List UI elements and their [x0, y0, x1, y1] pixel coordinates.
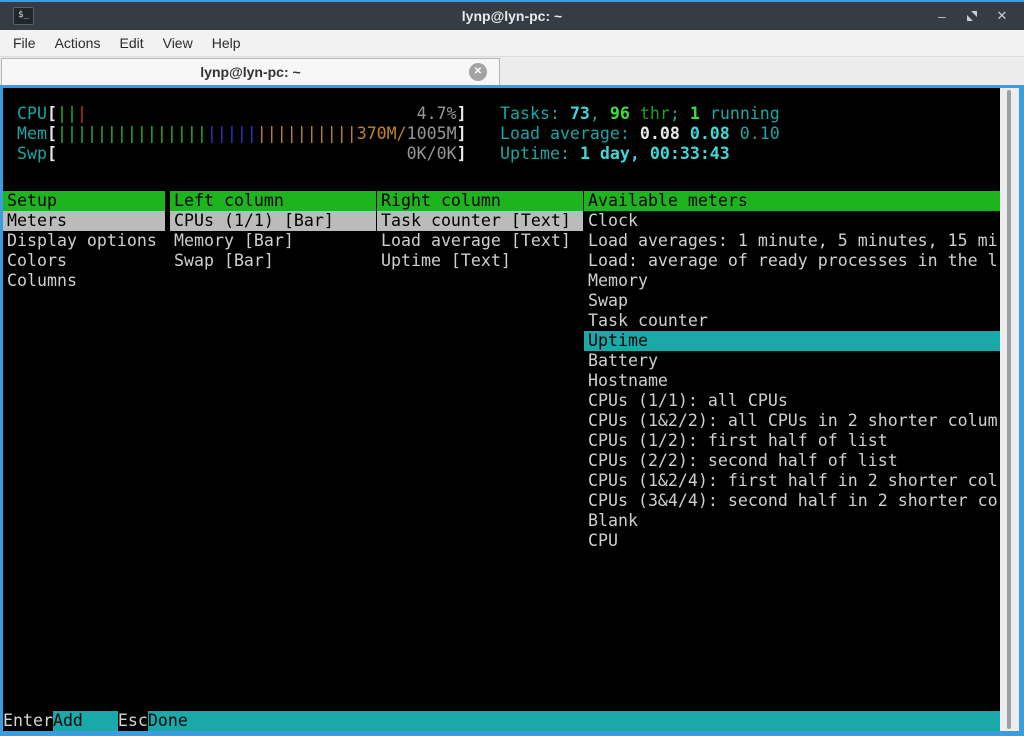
list-item-meters[interactable]: Meters — [3, 211, 165, 231]
list-item-uptime-text[interactable]: Uptime [Text] — [377, 251, 583, 271]
scrollbar-thumb[interactable] — [1007, 90, 1011, 729]
list-item-task-counter[interactable]: Task counter — [584, 311, 1000, 331]
menu-item-actions[interactable]: Actions — [55, 35, 101, 51]
list-item-swap-bar[interactable]: Swap [Bar] — [170, 251, 376, 271]
panel-header-setup: Setup — [3, 191, 165, 211]
faction-add[interactable]: Add — [53, 711, 118, 731]
restore-button[interactable] — [964, 10, 980, 22]
panel-header-right-column: Right column — [377, 191, 583, 211]
window-title: lynp@lyn-pc: ~ — [0, 8, 1024, 24]
fkey-enter[interactable]: Enter — [3, 711, 53, 731]
list-item-cpus-1-2-first-half-of-list[interactable]: CPUs (1/2): first half of list — [584, 431, 1000, 451]
list-item-cpus-1-2-2-all-cpus-in-2-shorter-colum[interactable]: CPUs (1&2/2): all CPUs in 2 shorter colu… — [584, 411, 1000, 431]
panel-available-meters: Available metersClockLoad averages: 1 mi… — [584, 191, 1000, 551]
list-item-cpus-1-2-4-first-half-in-2-shorter-col[interactable]: CPUs (1&2/4): first half in 2 shorter co… — [584, 471, 1000, 491]
panel-setup: SetupMetersDisplay optionsColorsColumns — [3, 191, 165, 291]
list-item-cpus-1-1-bar[interactable]: CPUs (1/1) [Bar] — [170, 211, 376, 231]
list-item-load-averages-1-minute-5-minutes-15-mi[interactable]: Load averages: 1 minute, 5 minutes, 15 m… — [584, 231, 1000, 251]
cpu-meter-bars: ||| — [57, 104, 87, 124]
list-item-load-average-of-ready-processes-in-the-l[interactable]: Load: average of ready processes in the … — [584, 251, 1000, 271]
htop-screen: CPU[|||4.7%]Mem[||||||||||||||||||||||||… — [3, 88, 1000, 731]
list-item-colors[interactable]: Colors — [3, 251, 165, 271]
list-item-battery[interactable]: Battery — [584, 351, 1000, 371]
meters-column-left: CPU[|||4.7%]Mem[||||||||||||||||||||||||… — [17, 104, 467, 164]
load-average-info: Load average: 0.08 0.08 0.10 — [500, 124, 780, 144]
menu-bar: File Actions Edit View Help — [0, 30, 1024, 57]
menu-item-edit[interactable]: Edit — [119, 35, 143, 51]
cpu-meter-value: 4.7% — [417, 104, 457, 124]
mem-meter-value: 370M/1005M — [357, 124, 457, 144]
tasks-info: Tasks: 73, 96 thr; 1 running — [500, 104, 780, 124]
minimize-button[interactable]: – — [934, 9, 950, 24]
panel-header-available-meters: Available meters — [584, 191, 1000, 211]
list-item-cpus-2-2-second-half-of-list[interactable]: CPUs (2/2): second half of list — [584, 451, 1000, 471]
list-item-hostname[interactable]: Hostname — [584, 371, 1000, 391]
tab-bar: lynp@lyn-pc: ~ ✕ — [0, 57, 1024, 85]
list-item-memory[interactable]: Memory — [584, 271, 1000, 291]
list-item-cpus-3-4-4-second-half-in-2-shorter-co[interactable]: CPUs (3&4/4): second half in 2 shorter c… — [584, 491, 1000, 511]
uptime-info: Uptime: 1 day, 00:33:43 — [500, 144, 780, 164]
restore-icon — [966, 10, 978, 22]
cpu-meter: CPU[|||4.7%] — [17, 104, 467, 124]
fkey-esc[interactable]: Esc — [118, 711, 148, 731]
list-item-columns[interactable]: Columns — [3, 271, 165, 291]
list-item-cpus-1-1-all-cpus[interactable]: CPUs (1/1): all CPUs — [584, 391, 1000, 411]
list-item-memory-bar[interactable]: Memory [Bar] — [170, 231, 376, 251]
menu-item-file[interactable]: File — [13, 35, 36, 51]
list-item-swap[interactable]: Swap — [584, 291, 1000, 311]
window-titlebar[interactable]: $_ lynp@lyn-pc: ~ – ✕ — [0, 0, 1024, 30]
panel-left-column: Left columnCPUs (1/1) [Bar]Memory [Bar]S… — [170, 191, 376, 271]
list-item-display-options[interactable]: Display options — [3, 231, 165, 251]
close-button[interactable]: ✕ — [994, 8, 1010, 24]
terminal-tab[interactable]: lynp@lyn-pc: ~ ✕ — [1, 58, 500, 85]
mem-meter: Mem[||||||||||||||||||||||||||||||370M/1… — [17, 124, 467, 144]
panel-header-left-column: Left column — [170, 191, 376, 211]
list-item-clock[interactable]: Clock — [584, 211, 1000, 231]
swp-meter: Swp[0K/0K] — [17, 144, 467, 164]
mem-meter-bars: |||||||||||||||||||||||||||||| — [57, 124, 357, 144]
window-controls: – ✕ — [934, 8, 1024, 24]
list-item-blank[interactable]: Blank — [584, 511, 1000, 531]
tab-close-button[interactable]: ✕ — [469, 63, 487, 81]
tab-title: lynp@lyn-pc: ~ — [200, 64, 300, 80]
menu-item-view[interactable]: View — [163, 35, 193, 51]
list-item-load-average-text[interactable]: Load average [Text] — [377, 231, 583, 251]
list-item-cpu[interactable]: CPU — [584, 531, 1000, 551]
menu-item-help[interactable]: Help — [212, 35, 241, 51]
panel-right-column: Right columnTask counter [Text]Load aver… — [377, 191, 583, 271]
terminal-window: $_ lynp@lyn-pc: ~ – ✕ File Actions Edit Vie… — [0, 0, 1024, 736]
list-item-task-counter-text[interactable]: Task counter [Text] — [377, 211, 583, 231]
terminal-scrollbar[interactable] — [1000, 88, 1019, 731]
meters-column-right: Tasks: 73, 96 thr; 1 runningLoad average… — [500, 104, 780, 164]
function-bar: EnterAddEscDone — [3, 711, 1000, 731]
list-item-uptime[interactable]: Uptime — [584, 331, 1000, 351]
terminal-frame: CPU[|||4.7%]Mem[||||||||||||||||||||||||… — [0, 85, 1024, 736]
faction-done[interactable]: Done — [148, 711, 1000, 731]
swp-meter-value: 0K/0K — [407, 144, 457, 164]
